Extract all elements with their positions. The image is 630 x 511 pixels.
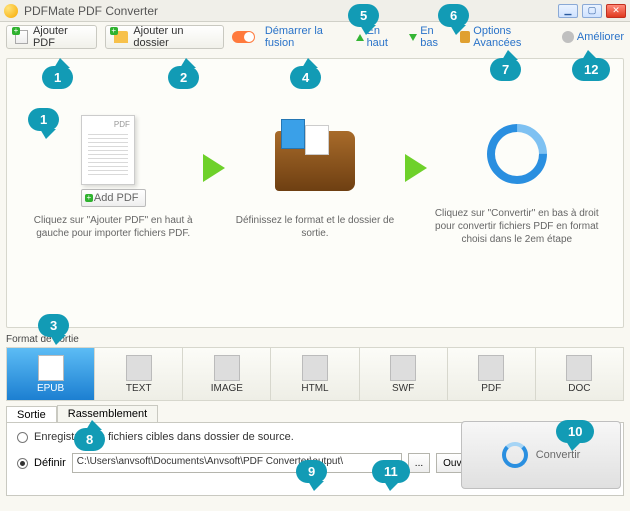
close-button[interactable]: ✕ xyxy=(606,4,626,18)
arrow-right-icon xyxy=(203,154,225,182)
move-down-link[interactable]: En bas xyxy=(409,25,449,49)
callout-5: 5 xyxy=(348,4,379,27)
add-pdf-icon xyxy=(15,30,28,44)
stage-add-pdf-button[interactable]: Add PDF xyxy=(81,189,146,207)
doc-icon xyxy=(566,355,592,381)
stage-area: Add PDF Cliquez sur "Ajouter PDF" en hau… xyxy=(6,58,624,328)
step-3: Cliquez sur "Convertir" en bas à droit p… xyxy=(434,109,599,246)
book-icon xyxy=(275,131,355,191)
callout-7: 7 xyxy=(490,58,521,81)
format-swf[interactable]: SWF xyxy=(360,348,448,400)
text-icon xyxy=(126,355,152,381)
add-pdf-icon xyxy=(88,197,90,199)
maximize-button[interactable]: ▢ xyxy=(582,4,602,18)
gear-icon xyxy=(562,31,574,43)
callout-8: 8 xyxy=(74,428,105,451)
formats-label: Format de sortie xyxy=(6,334,624,345)
step-2: Définissez le format et le dossier de so… xyxy=(232,116,397,240)
formats-bar: EPUB TEXT IMAGE HTML SWF PDF DOC xyxy=(6,347,624,401)
format-epub[interactable]: EPUB xyxy=(7,348,95,400)
callout-6: 6 xyxy=(438,4,469,27)
callout-11: 11 xyxy=(372,460,410,483)
callout-12: 12 xyxy=(572,58,610,81)
epub-icon xyxy=(38,355,64,381)
radio-define[interactable] xyxy=(17,458,28,469)
step-2-caption: Définissez le format et le dossier de so… xyxy=(232,214,397,240)
swf-icon xyxy=(390,355,416,381)
add-pdf-label: Ajouter PDF xyxy=(33,25,88,49)
html-icon xyxy=(302,355,328,381)
merge-toggle[interactable] xyxy=(232,31,255,43)
format-image[interactable]: IMAGE xyxy=(183,348,271,400)
radio-save-in-source[interactable] xyxy=(17,432,28,443)
add-folder-label: Ajouter un dossier xyxy=(133,25,214,49)
title-bar: PDFMate PDF Converter ▁ ▢ ✕ xyxy=(0,0,630,22)
output-path-field[interactable]: C:\Users\anvsoft\Documents\Anvsoft\PDF C… xyxy=(72,453,402,473)
arrow-right-icon xyxy=(405,154,427,182)
merge-link[interactable]: Démarrer la fusion xyxy=(265,25,346,49)
convert-button[interactable]: Convertir xyxy=(461,421,621,489)
improve-link[interactable]: Améliorer xyxy=(562,31,624,43)
arrow-down-icon xyxy=(409,34,417,41)
format-doc[interactable]: DOC xyxy=(536,348,623,400)
step-1-caption: Cliquez sur "Ajouter PDF" en haut à gauc… xyxy=(31,214,196,240)
radio-define-label: Définir xyxy=(34,457,66,469)
callout-1: 1 xyxy=(42,66,73,89)
toolbar: Ajouter PDF Ajouter un dossier Démarrer … xyxy=(0,22,630,52)
image-icon xyxy=(214,355,240,381)
format-html[interactable]: HTML xyxy=(271,348,359,400)
callout-1b: 1 xyxy=(28,108,59,131)
callout-3: 3 xyxy=(38,314,69,337)
convert-icon xyxy=(502,442,528,468)
window-title: PDFMate PDF Converter xyxy=(24,4,558,18)
app-logo-icon xyxy=(4,4,18,18)
radio-save-in-source-label: Enregistrer les fichiers cibles dans dos… xyxy=(34,431,294,443)
pdf-document-icon xyxy=(81,115,135,185)
add-pdf-button[interactable]: Ajouter PDF xyxy=(6,25,97,49)
advanced-options-link[interactable]: Options Avancées xyxy=(460,25,552,49)
cycle-icon xyxy=(474,112,559,197)
minimize-button[interactable]: ▁ xyxy=(558,4,578,18)
pdf-icon xyxy=(478,355,504,381)
add-folder-button[interactable]: Ajouter un dossier xyxy=(105,25,224,49)
callout-4: 4 xyxy=(290,66,321,89)
callout-2: 2 xyxy=(168,66,199,89)
tab-output[interactable]: Sortie xyxy=(6,406,57,423)
format-pdf[interactable]: PDF xyxy=(448,348,536,400)
format-text[interactable]: TEXT xyxy=(95,348,183,400)
add-folder-icon xyxy=(114,31,129,43)
step-3-caption: Cliquez sur "Convertir" en bas à droit p… xyxy=(434,207,599,246)
tab-assembly[interactable]: Rassemblement xyxy=(57,405,158,422)
callout-10: 10 xyxy=(556,420,594,443)
browse-button[interactable]: ... xyxy=(408,453,430,473)
callout-9: 9 xyxy=(296,460,327,483)
